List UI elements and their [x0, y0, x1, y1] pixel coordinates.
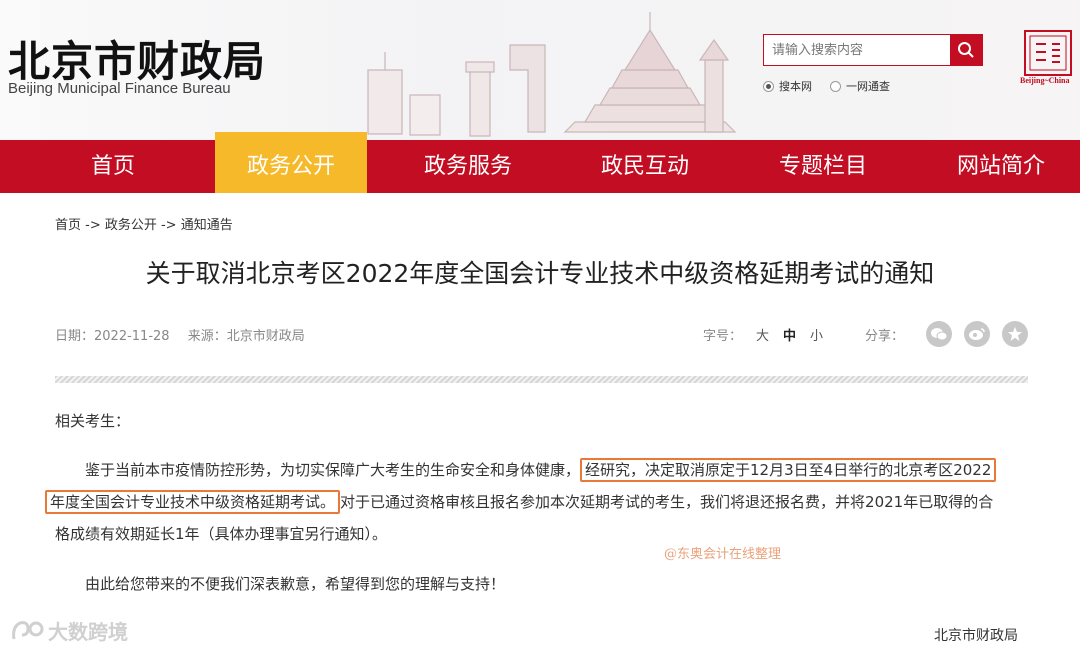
article-source: 来源：北京市财政局: [187, 329, 305, 344]
weibo-icon: [969, 328, 985, 340]
breadcrumb[interactable]: 首页 -> 政务公开 -> 通知通告: [55, 214, 233, 233]
bottom-watermark: 大数跨境: [10, 616, 128, 645]
nav-government-affairs-disclosure[interactable]: 政务公开: [215, 132, 367, 193]
skyline-illustration: [367, 12, 737, 137]
paragraph-1-line-1: 鉴于当前本市疫情防控形势，为切实保障广大考生的生命安全和身体健康， 经研究，决定取…: [55, 454, 1030, 486]
article-paragraph-2: 由此给您带来的不便我们深表歉意，希望得到您的理解与支持！: [85, 575, 506, 593]
nav-government-services[interactable]: 政务服务: [393, 140, 543, 193]
wechat-channel-icon: [12, 620, 44, 639]
wechat-icon: [931, 328, 948, 341]
article-paragraph-1: 鉴于当前本市疫情防控形势，为切实保障广大考生的生命安全和身体健康， 经研究，决定取…: [45, 454, 1030, 550]
search-box: [763, 34, 983, 66]
share-wechat-button[interactable]: [926, 321, 952, 347]
nav-special-topics[interactable]: 专题栏目: [748, 140, 898, 193]
font-size-label: 字号：: [703, 329, 743, 344]
star-icon: [1008, 327, 1022, 341]
highlighted-text-2: 年度全国会计专业技术中级资格延期考试。: [45, 490, 341, 514]
font-size-medium[interactable]: 中: [783, 325, 796, 344]
highlighted-text-1: 经研究，决定取消原定于12月3日至4日举行的北京考区2022: [580, 458, 997, 482]
dongao-watermark: @东奥会计在线整理: [664, 547, 782, 562]
paragraph-1-text-b: 对于已通过资格审核且报名参加本次延期考试的考生，我们将退还报名费，并将2021年…: [340, 493, 994, 511]
font-size-small[interactable]: 小: [810, 325, 823, 344]
site-logo-en: Beijing Municipal Finance Bureau: [8, 80, 231, 97]
nav-site-intro[interactable]: 网站简介: [926, 140, 1076, 193]
search-scope-all[interactable]: 一网通查: [830, 78, 890, 94]
share-favorite-button[interactable]: [1002, 321, 1028, 347]
nav-public-interaction[interactable]: 政民互动: [570, 140, 720, 193]
paragraph-1-line-2: 年度全国会计专业技术中级资格延期考试。 对于已通过资格审核且报名参加本次延期考试的…: [45, 486, 1030, 518]
capital-window-caption: Beijing~China: [1020, 76, 1070, 85]
article-signature: 北京市财政局: [934, 628, 1018, 644]
radio-selected-icon[interactable]: [763, 80, 774, 92]
article-greeting: 相关考生：: [55, 412, 131, 430]
page-title: 关于取消北京考区2022年度全国会计专业技术中级资格延期考试的通知: [145, 259, 935, 288]
site-header: 北京市财政局 Beijing Municipal Finance Bureau: [0, 0, 1080, 140]
article-meta: 日期：2022-11-28 来源：北京市财政局: [55, 325, 319, 344]
search-scope: 搜本网 一网通查: [763, 78, 890, 94]
font-size-control: 字号： 大 中 小: [703, 325, 823, 344]
search-scope-site[interactable]: 搜本网: [763, 78, 812, 94]
font-size-large[interactable]: 大: [756, 325, 769, 344]
search-button[interactable]: [950, 35, 982, 65]
share-weibo-button[interactable]: [964, 321, 990, 347]
paragraph-1-text-a: 鉴于当前本市疫情防控形势，为切实保障广大考生的生命安全和身体健康，: [85, 461, 581, 479]
search-input[interactable]: [764, 35, 950, 65]
content-divider: [55, 376, 1028, 383]
nav-home[interactable]: 首页: [38, 140, 188, 193]
main-nav: 首页 政务公开 政务服务 政民互动 专题栏目 网站简介: [0, 132, 1080, 193]
radio-unselected-icon[interactable]: [830, 80, 841, 92]
share-label: 分享：: [865, 329, 905, 344]
bottom-watermark-text: 大数跨境: [48, 620, 128, 644]
paragraph-1-line-3: 格成绩有效期延长1年（具体办理事宜另行通知）。: [55, 525, 388, 543]
search-icon: [958, 42, 974, 58]
article-date: 日期：2022-11-28: [55, 329, 170, 344]
